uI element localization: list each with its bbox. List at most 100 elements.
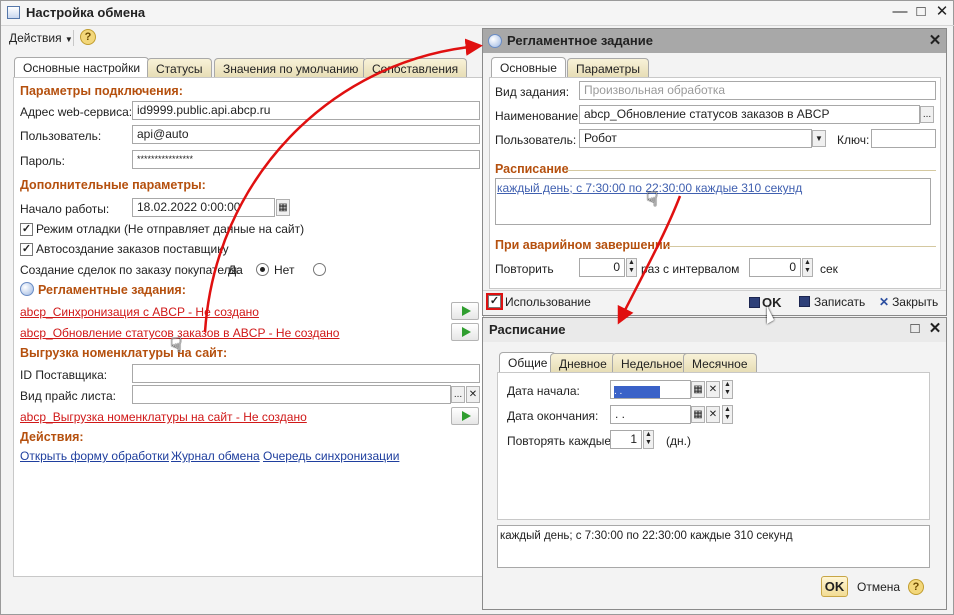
debug-mode-label: Режим отладки (Не отправляет данные на с…	[36, 222, 305, 236]
schedule-close-icon[interactable]: ✕	[927, 321, 943, 337]
schedule-title-bar: Расписание □ ✕	[483, 318, 946, 342]
run-task-export-button[interactable]	[451, 407, 479, 425]
password-label: Пароль:	[20, 154, 65, 168]
start-date-calendar-icon[interactable]: ▦	[691, 381, 705, 398]
calendar-icon[interactable]: ▦	[276, 199, 290, 216]
additional-section-title: Дополнительные параметры:	[20, 178, 206, 192]
task-tab-main[interactable]: Основные	[491, 57, 566, 78]
supplier-id-label: ID Поставщика:	[20, 368, 108, 382]
schedule-section-title: Расписание	[495, 162, 569, 176]
end-date-clear-icon[interactable]: ✕	[706, 406, 720, 423]
task-tab-parameters[interactable]: Параметры	[567, 58, 649, 78]
schedule-summary-text: каждый день; с 7:30:00 по 22:30:00 кажды…	[500, 530, 793, 542]
tab-default-values[interactable]: Значения по умолчанию	[214, 58, 368, 78]
start-date-spinner[interactable]: ▲ ▼	[722, 380, 733, 399]
task-window-title: Регламентное задание	[507, 33, 653, 48]
task-sync-link[interactable]: abcp_Синхронизация с ABCP - Не создано	[20, 305, 259, 319]
task-close-button[interactable]: ✕ Закрыть	[875, 291, 942, 313]
sync-queue-link[interactable]: Очередь синхронизации	[263, 449, 399, 463]
deals-yes-radio[interactable]	[256, 263, 269, 276]
run-task-status-button[interactable]	[451, 323, 479, 341]
schedule-box: каждый день; с 7:30:00 по 22:30:00 кажды…	[495, 178, 931, 225]
schedule-tab-weekly[interactable]: Недельное	[612, 353, 692, 373]
supplier-id-field[interactable]	[132, 364, 480, 383]
scheduled-tasks-icon	[20, 282, 34, 296]
task-close-icon[interactable]: ✕	[927, 33, 943, 49]
run-task-sync-button[interactable]	[451, 302, 479, 320]
clear-price-type-icon[interactable]: ✕	[466, 386, 480, 403]
repeat-count-field[interactable]: 0	[579, 258, 625, 277]
exchange-log-link[interactable]: Журнал обмена	[171, 449, 260, 463]
interval-label: раз с интервалом	[641, 262, 740, 276]
task-user-field[interactable]: Робот	[579, 129, 812, 148]
task-export-link[interactable]: abcp_Выгрузка номенклатуры на сайт - Не …	[20, 410, 307, 424]
close-icon[interactable]: ✕	[934, 4, 950, 20]
task-save-button[interactable]: Записать	[795, 291, 869, 313]
end-date-spinner[interactable]: ▲ ▼	[722, 405, 733, 424]
scheduled-section-title: Регламентные задания:	[38, 283, 186, 297]
app-icon	[7, 6, 20, 19]
repeat-every-label: Повторять каждые:	[507, 434, 615, 448]
password-field[interactable]: ****************	[132, 150, 480, 169]
interval-spinner[interactable]: ▲ ▼	[802, 258, 813, 277]
start-date-value: . .	[614, 386, 660, 398]
task-name-field[interactable]: abcp_Обновление статусов заказов в ABCP	[579, 105, 920, 124]
task-main-panel: Вид задания: Произвольная обработка Наим…	[489, 77, 941, 289]
schedule-cancel-button[interactable]: Отмена	[857, 580, 900, 594]
start-datetime-field[interactable]: 18.02.2022 0:00:00	[132, 198, 275, 217]
task-key-label: Ключ:	[837, 133, 870, 147]
repeat-every-field[interactable]: 1	[610, 430, 642, 449]
title-bar: Настройка обмена — □ ✕	[1, 1, 953, 25]
price-type-label: Вид прайс листа:	[20, 389, 116, 403]
auto-orders-checkbox[interactable]: ✓	[20, 243, 33, 256]
task-type-label: Вид задания:	[495, 85, 570, 99]
user-label: Пользователь:	[20, 129, 102, 143]
end-date-field[interactable]: . .	[610, 405, 691, 424]
select-price-type-button[interactable]: ...	[451, 386, 465, 403]
end-date-calendar-icon[interactable]: ▦	[691, 406, 705, 423]
repeat-label: Повторить	[495, 262, 554, 276]
task-type-field[interactable]: Произвольная обработка	[579, 81, 936, 100]
repeat-every-spinner[interactable]: ▲ ▼	[643, 430, 654, 449]
schedule-tab-general[interactable]: Общие	[499, 352, 557, 373]
task-user-dropdown-icon[interactable]: ▼	[812, 130, 826, 147]
maximize-icon[interactable]: □	[913, 4, 929, 20]
interval-unit-label: сек	[820, 262, 838, 276]
auto-orders-label: Автосоздание заказов поставщику	[36, 242, 229, 256]
usage-checkbox[interactable]: ✓	[486, 293, 503, 310]
schedule-ok-button[interactable]: OK	[821, 576, 848, 597]
repeat-count-spinner[interactable]: ▲ ▼	[626, 258, 637, 277]
minimize-icon[interactable]: —	[892, 4, 908, 20]
schedule-help-icon[interactable]: ?	[908, 579, 924, 595]
open-form-link[interactable]: Открыть форму обработки	[20, 449, 169, 463]
start-date-field[interactable]: . .	[610, 380, 691, 399]
emergency-separator	[666, 246, 936, 247]
start-date-clear-icon[interactable]: ✕	[706, 381, 720, 398]
schedule-maximize-icon[interactable]: □	[907, 321, 923, 337]
repeat-every-unit: (дн.)	[666, 434, 691, 448]
task-key-field[interactable]	[871, 129, 936, 148]
task-window-icon	[488, 34, 502, 48]
select-task-name-button[interactable]: ...	[920, 106, 934, 123]
schedule-window-title: Расписание	[489, 322, 566, 337]
tab-mappings[interactable]: Сопоставления	[363, 58, 468, 78]
tab-main-settings[interactable]: Основные настройки	[14, 57, 150, 78]
schedule-tab-monthly[interactable]: Месячное	[683, 353, 757, 373]
task-ok-button[interactable]: OK	[745, 291, 786, 313]
user-field[interactable]: api@auto	[132, 125, 480, 144]
connection-section-title: Параметры подключения:	[20, 84, 183, 98]
actions-section-title: Действия:	[20, 430, 84, 444]
service-address-field[interactable]: id9999.public.api.abcp.ru	[132, 101, 480, 120]
tab-statuses[interactable]: Статусы	[147, 58, 212, 78]
schedule-tab-daily[interactable]: Дневное	[550, 353, 616, 373]
help-icon[interactable]: ?	[80, 29, 96, 45]
interval-field[interactable]: 0	[749, 258, 801, 277]
deals-no-radio[interactable]	[313, 263, 326, 276]
floppy-icon	[799, 296, 810, 307]
price-type-field[interactable]	[132, 385, 451, 404]
task-name-label: Наименование:	[495, 109, 582, 123]
task-user-label: Пользователь:	[495, 133, 577, 147]
window-title: Настройка обмена	[26, 5, 146, 20]
actions-menu[interactable]: Действия ▼	[9, 31, 73, 45]
debug-mode-checkbox[interactable]: ✓	[20, 223, 33, 236]
